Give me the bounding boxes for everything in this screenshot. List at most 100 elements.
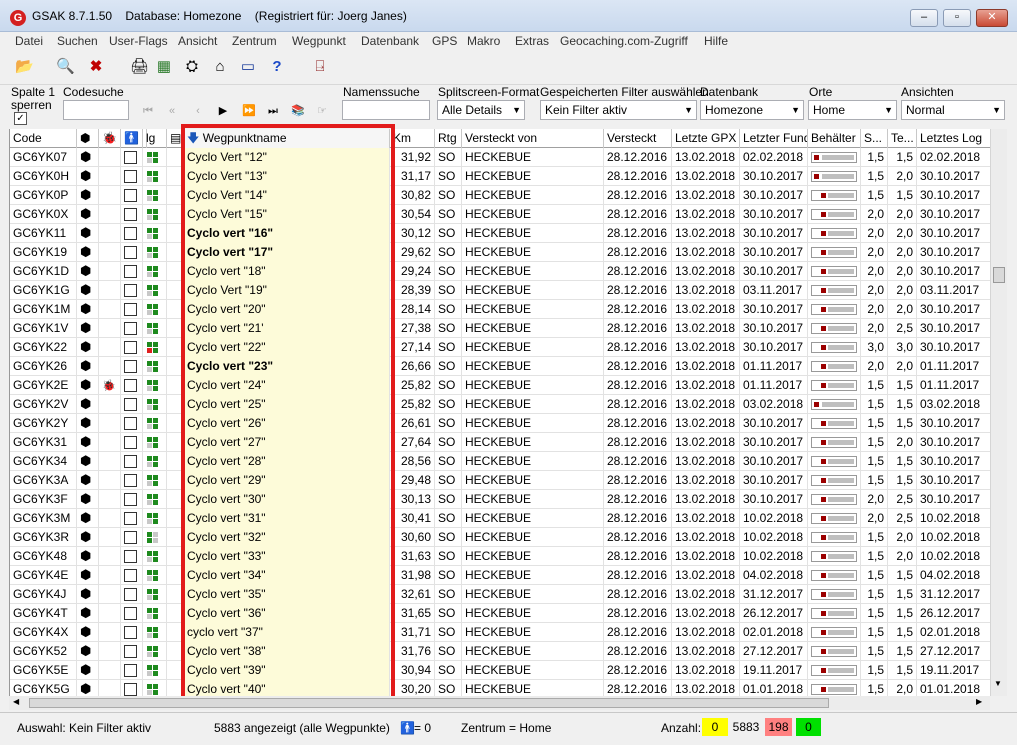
next-record-icon[interactable]: ▶: [214, 103, 232, 119]
scroll-left-icon[interactable]: ◀: [13, 697, 19, 706]
row-checkbox[interactable]: [124, 550, 137, 563]
horizontal-scrollbar[interactable]: ◀ ▶: [9, 696, 990, 710]
minimize-button[interactable]: ‒: [910, 9, 938, 27]
lock-column-checkbox[interactable]: ✓: [14, 112, 27, 125]
col-versteckt[interactable]: Versteckt: [604, 129, 672, 148]
row-checkbox[interactable]: [124, 493, 137, 506]
maximize-button[interactable]: ▫: [943, 9, 971, 27]
table-row[interactable]: GC6YK19 ⬢ Cyclo vert "17" 29,62 SO HECKEBUE 28…: [10, 243, 990, 262]
menu-makro[interactable]: Makro: [467, 34, 500, 48]
menu-extras[interactable]: Extras: [515, 34, 549, 48]
table-row[interactable]: GC6YK52 ⬢ Cyclo vert "38" 31,76 SO HECKEBUE 28…: [10, 642, 990, 661]
row-checkbox[interactable]: [124, 569, 137, 582]
menu-zentrum[interactable]: Zentrum: [232, 34, 277, 48]
prev-page-icon[interactable]: «: [163, 103, 181, 119]
codesuche-input[interactable]: [63, 100, 129, 120]
col-letzte-gpx[interactable]: Letzte GPX: [672, 129, 740, 148]
row-checkbox[interactable]: [124, 626, 137, 639]
scroll-down-icon[interactable]: ▼: [994, 679, 1002, 688]
menu-user-flags[interactable]: User-Flags: [109, 34, 168, 48]
col-rtg[interactable]: Rtg: [435, 129, 462, 148]
table-row[interactable]: GC6YK1G ⬢ Cyclo Vert "19" 28,39 SO HECKEBUE 28…: [10, 281, 990, 300]
col-person[interactable]: 🚹: [121, 129, 143, 148]
table-row[interactable]: GC6YK48 ⬢ Cyclo vert "33" 31,63 SO HECKEBUE 28…: [10, 547, 990, 566]
database-select[interactable]: Homezone ▼: [700, 100, 804, 120]
table-row[interactable]: GC6YK22 ⬢ Cyclo vert "22" 27,14 SO HECKEBUE 28…: [10, 338, 990, 357]
col-wegpunktname[interactable]: 🡇 Wegpunktname: [184, 129, 390, 148]
splitscreen-select[interactable]: Alle Details ▼: [437, 100, 525, 120]
menu-datei[interactable]: Datei: [15, 34, 43, 48]
first-record-icon[interactable]: ⏮: [139, 103, 157, 119]
exit-icon[interactable]: ⍈: [311, 58, 329, 76]
row-checkbox[interactable]: [124, 322, 137, 335]
col-notes[interactable]: ▤: [167, 129, 184, 148]
table-row[interactable]: GC6YK1D ⬢ Cyclo vert "18" 29,24 SO HECKEBUE 28…: [10, 262, 990, 281]
print-preview-icon[interactable]: 🔍: [56, 58, 75, 76]
scroll-thumb[interactable]: [993, 267, 1005, 283]
row-checkbox[interactable]: [124, 151, 137, 164]
row-checkbox[interactable]: [124, 417, 137, 430]
col-s[interactable]: S...: [861, 129, 888, 148]
row-checkbox[interactable]: [124, 284, 137, 297]
table-row[interactable]: GC6YK4X ⬢ cyclo vert "37" 31,71 SO HECKEBUE 28…: [10, 623, 990, 642]
delete-icon[interactable]: ✖: [87, 58, 105, 76]
row-checkbox[interactable]: [124, 170, 137, 183]
row-checkbox[interactable]: [124, 531, 137, 544]
table-row[interactable]: GC6YK4T ⬢ Cyclo vert "36" 31,65 SO HECKEBUE 28…: [10, 604, 990, 623]
scroll-right-icon[interactable]: ▶: [976, 697, 982, 706]
row-checkbox[interactable]: [124, 379, 137, 392]
ansichten-select[interactable]: Normal ▼: [901, 100, 1005, 120]
table-row[interactable]: GC6YK26 ⬢ Cyclo vert "23" 26,66 SO HECKEBUE 28…: [10, 357, 990, 376]
row-checkbox[interactable]: [124, 189, 137, 202]
col-te[interactable]: Te...: [888, 129, 917, 148]
col-km[interactable]: Km: [390, 129, 435, 148]
table-row[interactable]: GC6YK34 ⬢ Cyclo vert "28" 28,56 SO HECKEBUE 28…: [10, 452, 990, 471]
menu-gps[interactable]: GPS: [432, 34, 457, 48]
vertical-scrollbar[interactable]: ▼: [990, 129, 1007, 696]
table-row[interactable]: GC6YK3M ⬢ Cyclo vert "31" 30,41 SO HECKEBUE 28…: [10, 509, 990, 528]
table-row[interactable]: GC6YK3F ⬢ Cyclo vert "30" 30,13 SO HECKEBUE 28…: [10, 490, 990, 509]
home-icon[interactable]: ⌂: [211, 58, 229, 76]
col-travelbug[interactable]: 🐞: [99, 129, 121, 148]
namenssuche-input[interactable]: [342, 100, 430, 120]
table-row[interactable]: GC6YK5E ⬢ Cyclo vert "39" 30,94 SO HECKEBUE 28…: [10, 661, 990, 680]
row-checkbox[interactable]: [124, 341, 137, 354]
menu-datenbank[interactable]: Datenbank: [361, 34, 419, 48]
window-icon[interactable]: ▭: [239, 58, 257, 76]
row-checkbox[interactable]: [124, 227, 137, 240]
menu-suchen[interactable]: Suchen: [57, 34, 98, 48]
row-checkbox[interactable]: [124, 588, 137, 601]
col-letzter-fund[interactable]: Letzter Fund: [740, 129, 808, 148]
table-row[interactable]: GC6YK1M ⬢ Cyclo vert "20" 28,14 SO HECKEBUE 28…: [10, 300, 990, 319]
table-row[interactable]: GC6YK4J ⬢ Cyclo vert "35" 32,61 SO HECKEBUE 28…: [10, 585, 990, 604]
table-row[interactable]: GC6YK3R ⬢ Cyclo vert "32" 30,60 SO HECKEBUE 28…: [10, 528, 990, 547]
col-letztes-log[interactable]: Letztes Log: [917, 129, 990, 148]
menu-geocaching[interactable]: Geocaching.com-Zugriff: [560, 34, 688, 48]
table-row[interactable]: GC6YK31 ⬢ Cyclo vert "27" 27,64 SO HECKEBUE 28…: [10, 433, 990, 452]
col-lg[interactable]: lg: [143, 129, 167, 148]
row-checkbox[interactable]: [124, 512, 137, 525]
table-row[interactable]: GC6YK0H ⬢ Cyclo Vert "13" 31,17 SO HECKEBUE 28…: [10, 167, 990, 186]
open-folder-icon[interactable]: 📂: [15, 58, 34, 76]
table-row[interactable]: GC6YK0P ⬢ Cyclo Vert "14" 30,82 SO HECKEBUE 28…: [10, 186, 990, 205]
grid-icon[interactable]: ▦: [155, 58, 173, 76]
help-icon[interactable]: ?: [268, 58, 286, 76]
table-row[interactable]: GC6YK0X ⬢ Cyclo Vert "15" 30,54 SO HECKEBUE 28…: [10, 205, 990, 224]
row-checkbox[interactable]: [124, 360, 137, 373]
print-icon[interactable]: 🖨: [130, 58, 149, 76]
row-checkbox[interactable]: [124, 436, 137, 449]
last-record-icon[interactable]: ⏭: [264, 103, 282, 119]
close-button[interactable]: ✕: [976, 9, 1008, 27]
hscroll-thumb[interactable]: [29, 698, 829, 708]
row-checkbox[interactable]: [124, 607, 137, 620]
row-checkbox[interactable]: [124, 645, 137, 658]
table-row[interactable]: GC6YK5G ⬢ Cyclo vert "40" 30,20 SO HECKEBUE 28…: [10, 680, 990, 696]
table-row[interactable]: GC6YK07 ⬢ Cyclo Vert "12" 31,92 SO HECKEBUE 28…: [10, 148, 990, 167]
filter-select[interactable]: Kein Filter aktiv ▼: [540, 100, 697, 120]
table-row[interactable]: GC6YK3A ⬢ Cyclo vert "29" 29,48 SO HECKEBUE 28…: [10, 471, 990, 490]
table-row[interactable]: GC6YK2Y ⬢ Cyclo vert "26" 26,61 SO HECKEBUE 28…: [10, 414, 990, 433]
row-checkbox[interactable]: [124, 455, 137, 468]
table-row[interactable]: GC6YK2V ⬢ Cyclo vert "25" 25,82 SO HECKEBUE 28…: [10, 395, 990, 414]
row-checkbox[interactable]: [124, 398, 137, 411]
prev-record-icon[interactable]: ‹: [189, 103, 207, 119]
